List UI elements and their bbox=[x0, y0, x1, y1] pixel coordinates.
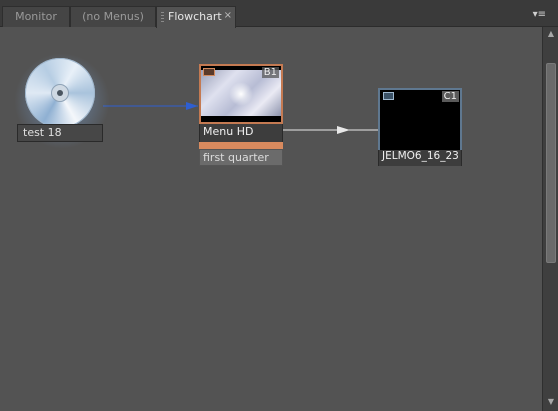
menu-icon bbox=[203, 68, 215, 76]
timeline-icon bbox=[383, 92, 394, 100]
tab-label: Flowchart bbox=[168, 10, 222, 23]
tab-no-menus[interactable]: (no Menus) bbox=[70, 6, 156, 27]
disc-hole bbox=[57, 90, 63, 96]
panel-tab-bar: Monitor (no Menus) Flowchart × ▾≡ bbox=[0, 0, 558, 28]
tab-label: (no Menus) bbox=[82, 10, 144, 23]
menu-node[interactable]: B1 bbox=[199, 64, 283, 124]
close-icon[interactable]: × bbox=[224, 10, 232, 21]
timeline-node[interactable]: C1 bbox=[378, 88, 462, 152]
menu-badge: B1 bbox=[261, 67, 279, 78]
tab-label: Monitor bbox=[15, 10, 57, 23]
flowchart-canvas[interactable]: test 18 B1 Menu HD first quarter C1 JELM… bbox=[0, 27, 542, 411]
scroll-down-icon[interactable]: ▼ bbox=[545, 397, 557, 409]
menu-accent-bar bbox=[199, 142, 283, 149]
tab-grip-icon[interactable] bbox=[161, 12, 164, 22]
disc-label[interactable]: test 18 bbox=[17, 124, 103, 142]
dvd-disc-icon[interactable] bbox=[25, 58, 95, 128]
button-link-arrowhead bbox=[337, 126, 350, 134]
menu-button-row[interactable]: first quarter bbox=[199, 149, 283, 166]
scrollbar-thumb[interactable] bbox=[546, 63, 556, 263]
panel-menu-icon[interactable]: ▾≡ bbox=[533, 9, 546, 20]
menu-label[interactable]: Menu HD bbox=[199, 124, 283, 142]
timeline-badge: C1 bbox=[441, 91, 459, 102]
tab-flowchart[interactable]: Flowchart × bbox=[156, 6, 236, 28]
scroll-up-icon[interactable]: ▲ bbox=[545, 29, 557, 41]
tab-monitor[interactable]: Monitor bbox=[2, 6, 70, 27]
vertical-scrollbar[interactable]: ▲ ▼ bbox=[542, 27, 558, 411]
first-play-link-arrowhead bbox=[186, 102, 198, 110]
timeline-label[interactable]: JELMO6_16_23 bbox=[378, 150, 462, 166]
